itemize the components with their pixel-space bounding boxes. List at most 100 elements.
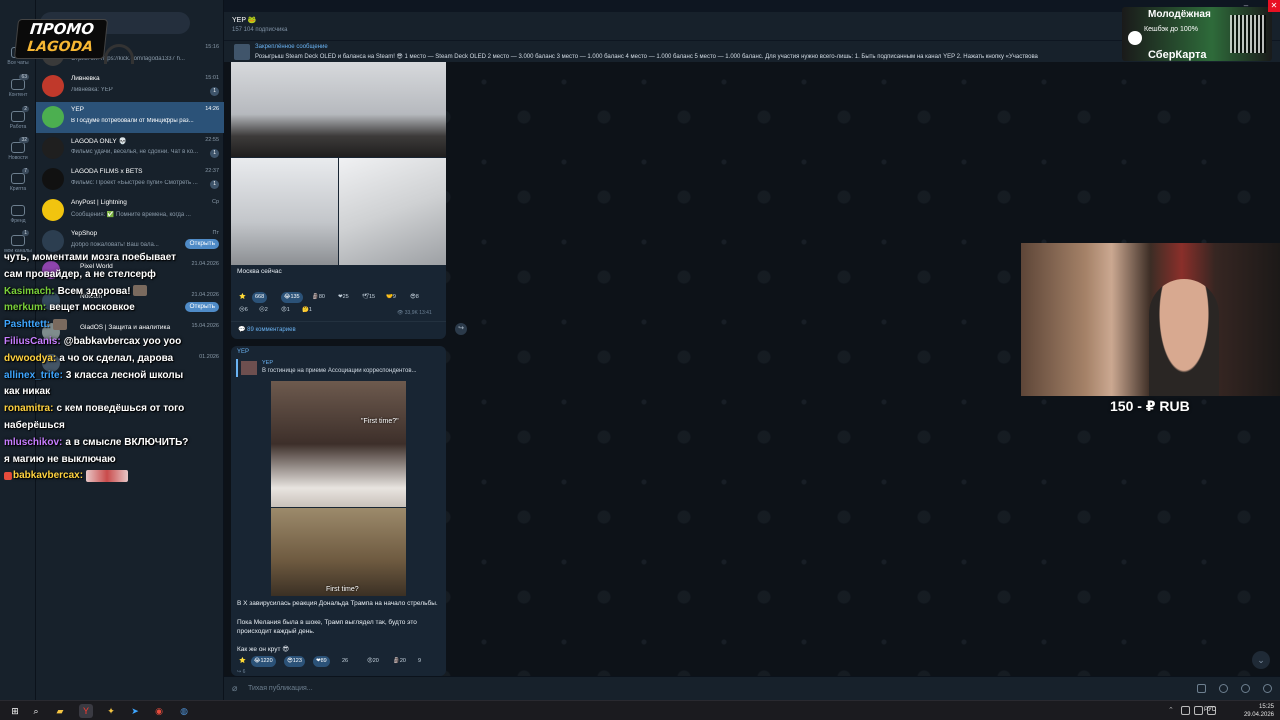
reaction-chip[interactable]: 😐2 bbox=[256, 305, 271, 316]
clock[interactable]: 15:25 29.04.2026 bbox=[1244, 703, 1274, 719]
reaction-chip[interactable]: 😎123 bbox=[284, 656, 305, 667]
reaction-emoji: 🕊 bbox=[362, 294, 369, 300]
reaction-chip[interactable]: 😡1 bbox=[278, 305, 293, 316]
chat-item[interactable]: Ливневка Ливневка: YEP 15:01 1 bbox=[36, 71, 224, 102]
reaction-chip[interactable]: 😂1220 bbox=[251, 656, 276, 667]
close-icon[interactable]: ✕ bbox=[1268, 0, 1280, 12]
reaction-chip[interactable]: 😂135 bbox=[281, 292, 303, 303]
stream-chat-message: сам провайдер, а не стелсерф bbox=[4, 267, 220, 284]
reply-author: YEP bbox=[262, 360, 274, 366]
chat-username: mluschikov: bbox=[4, 436, 63, 448]
folder-label: Контент bbox=[8, 92, 28, 98]
chat-username: merkum: bbox=[4, 302, 47, 314]
reaction-chip[interactable]: 26 bbox=[339, 656, 351, 667]
emote-icon bbox=[86, 469, 129, 482]
folder-crypto[interactable]: 7 Крипта bbox=[0, 168, 36, 200]
stream-chat-message: наберёшься bbox=[4, 418, 220, 435]
folder-count-badge: 63 bbox=[19, 74, 29, 80]
stream-chat-message: Kasimach: Всем здорова! bbox=[4, 284, 220, 301]
folder-label: Работа bbox=[9, 124, 27, 130]
chat-name: YEP bbox=[71, 106, 85, 113]
emoji-icon[interactable] bbox=[1241, 684, 1250, 693]
chat-item[interactable]: LAGODA FILMS x BETS Фильмс: Проект «Быст… bbox=[36, 164, 224, 195]
folder-friend[interactable]: Френд bbox=[0, 202, 36, 232]
microphone-icon[interactable] bbox=[1263, 684, 1272, 693]
avatar bbox=[42, 106, 64, 128]
chat-username: dvwoodya: bbox=[4, 352, 57, 364]
search-icon[interactable]: ⌕ bbox=[29, 704, 43, 718]
chat-item[interactable]: AnyPost | Lightning Сообщения: ✅ Помните… bbox=[36, 195, 224, 226]
reaction-chip[interactable]: 🤝9 bbox=[383, 292, 399, 303]
stream-chat-message: babkavbercax: bbox=[4, 468, 220, 485]
reaction-count: 668 bbox=[255, 294, 265, 300]
app-icon[interactable]: ✦ bbox=[104, 704, 118, 718]
avatar bbox=[42, 75, 64, 97]
reply-preview[interactable]: YEP В гостинице на приеме Ассоциации кор… bbox=[236, 359, 438, 377]
reaction-count: 20 bbox=[372, 658, 379, 664]
meme-image-bottom[interactable] bbox=[271, 508, 406, 596]
channel-title: YEP 🐸 bbox=[232, 17, 257, 24]
telegram-icon[interactable]: ➤ bbox=[128, 704, 142, 718]
post-meta: 👁 33,9K 13:41 bbox=[397, 310, 432, 316]
reaction-count: 1 bbox=[286, 307, 290, 313]
reply-text: В гостинице на приеме Ассоциации корресп… bbox=[262, 368, 417, 374]
paid-reaction-star-icon[interactable]: ⭐ bbox=[236, 656, 249, 667]
open-button[interactable]: Открыть bbox=[185, 239, 219, 249]
reaction-chip[interactable]: 🗿80 bbox=[309, 292, 328, 303]
comments-link[interactable]: 💬 89 комментариев bbox=[238, 326, 296, 333]
scroll-down-icon[interactable]: ⌄ bbox=[1252, 651, 1270, 669]
windows-start-icon[interactable]: ⊞ bbox=[8, 704, 22, 718]
reaction-chip[interactable]: 😎8 bbox=[407, 292, 422, 303]
chat-item-active[interactable]: YEP В Госдуме потребовали от Минцифры ра… bbox=[36, 102, 224, 133]
message-input[interactable]: Тихая публикация... bbox=[248, 685, 313, 692]
app-icon[interactable]: ◍ bbox=[177, 704, 191, 718]
reaction-chip[interactable]: 🗿20 bbox=[390, 656, 409, 667]
attach-icon[interactable]: ⌀ bbox=[232, 683, 237, 694]
chat-username: ronamitra: bbox=[4, 403, 54, 415]
reaction-emoji: 🗿 bbox=[393, 658, 400, 664]
streamer-figure bbox=[1149, 279, 1219, 396]
meme-image-top[interactable] bbox=[271, 381, 406, 507]
chat-preview: Фильмс удачи, веселья, не сдохни. Чат в … bbox=[71, 149, 199, 155]
folder-content[interactable]: 63 Контент bbox=[0, 74, 36, 106]
reaction-count: 1 bbox=[308, 307, 312, 313]
chat-username: babkavbercax: bbox=[13, 470, 84, 482]
reaction-emoji: 🤝 bbox=[386, 294, 393, 300]
yandex-browser-icon[interactable]: Y bbox=[79, 704, 93, 718]
view-count: 33,9K bbox=[404, 310, 418, 316]
emote-icon bbox=[53, 319, 68, 331]
gift-icon[interactable] bbox=[1197, 684, 1206, 693]
stream-chat-message: merkum: вещет московкое bbox=[4, 300, 220, 317]
chat-preview: Сообщения: ✅ Помните времена, когда ... bbox=[71, 212, 191, 218]
reaction-chip[interactable]: 9 bbox=[415, 656, 424, 667]
chevron-up-icon[interactable]: ⌃ bbox=[1168, 706, 1177, 715]
forward-icon[interactable]: ↪ bbox=[455, 323, 467, 335]
post-photo[interactable] bbox=[231, 158, 338, 265]
volume-icon[interactable] bbox=[1194, 706, 1203, 715]
reaction-count: 15 bbox=[368, 294, 376, 300]
paid-reaction-star-icon[interactable]: ⭐ bbox=[236, 292, 249, 303]
post-photo[interactable] bbox=[231, 62, 446, 157]
post-photo[interactable] bbox=[339, 158, 446, 265]
share-count: 6 bbox=[242, 669, 246, 675]
mute-bell-icon[interactable] bbox=[1219, 684, 1228, 693]
folder-work[interactable]: 2 Работа bbox=[0, 106, 36, 138]
file-explorer-icon[interactable]: ▰ bbox=[53, 704, 67, 718]
message-text: чуть, моментами мозга поебывает bbox=[4, 252, 177, 263]
reaction-chip[interactable]: ❤89 bbox=[313, 656, 330, 667]
reaction-chip[interactable]: 🕊15 bbox=[359, 292, 378, 303]
language-indicator[interactable]: РУС bbox=[1204, 707, 1216, 713]
reaction-chip[interactable]: 😡20 bbox=[364, 656, 382, 667]
reaction-chip[interactable]: 😢6 bbox=[236, 305, 251, 316]
stream-chat-message: как никак bbox=[4, 384, 220, 401]
reaction-chip[interactable]: 668 bbox=[252, 292, 268, 303]
comments-count: 89 комментариев bbox=[247, 327, 296, 333]
chat-item[interactable]: LAGODA ONLY 💀 Фильмс удачи, веселья, не … bbox=[36, 133, 224, 164]
folder-news[interactable]: 32 Новости bbox=[0, 137, 36, 169]
network-icon[interactable] bbox=[1181, 706, 1190, 715]
app-icon[interactable]: ◉ bbox=[152, 704, 166, 718]
reaction-chip[interactable]: 🤔1 bbox=[299, 305, 315, 316]
post-caption: Москва сейчас bbox=[237, 268, 282, 275]
minimize-icon[interactable]: – bbox=[1240, 0, 1252, 12]
reaction-chip[interactable]: ❤25 bbox=[335, 292, 352, 303]
